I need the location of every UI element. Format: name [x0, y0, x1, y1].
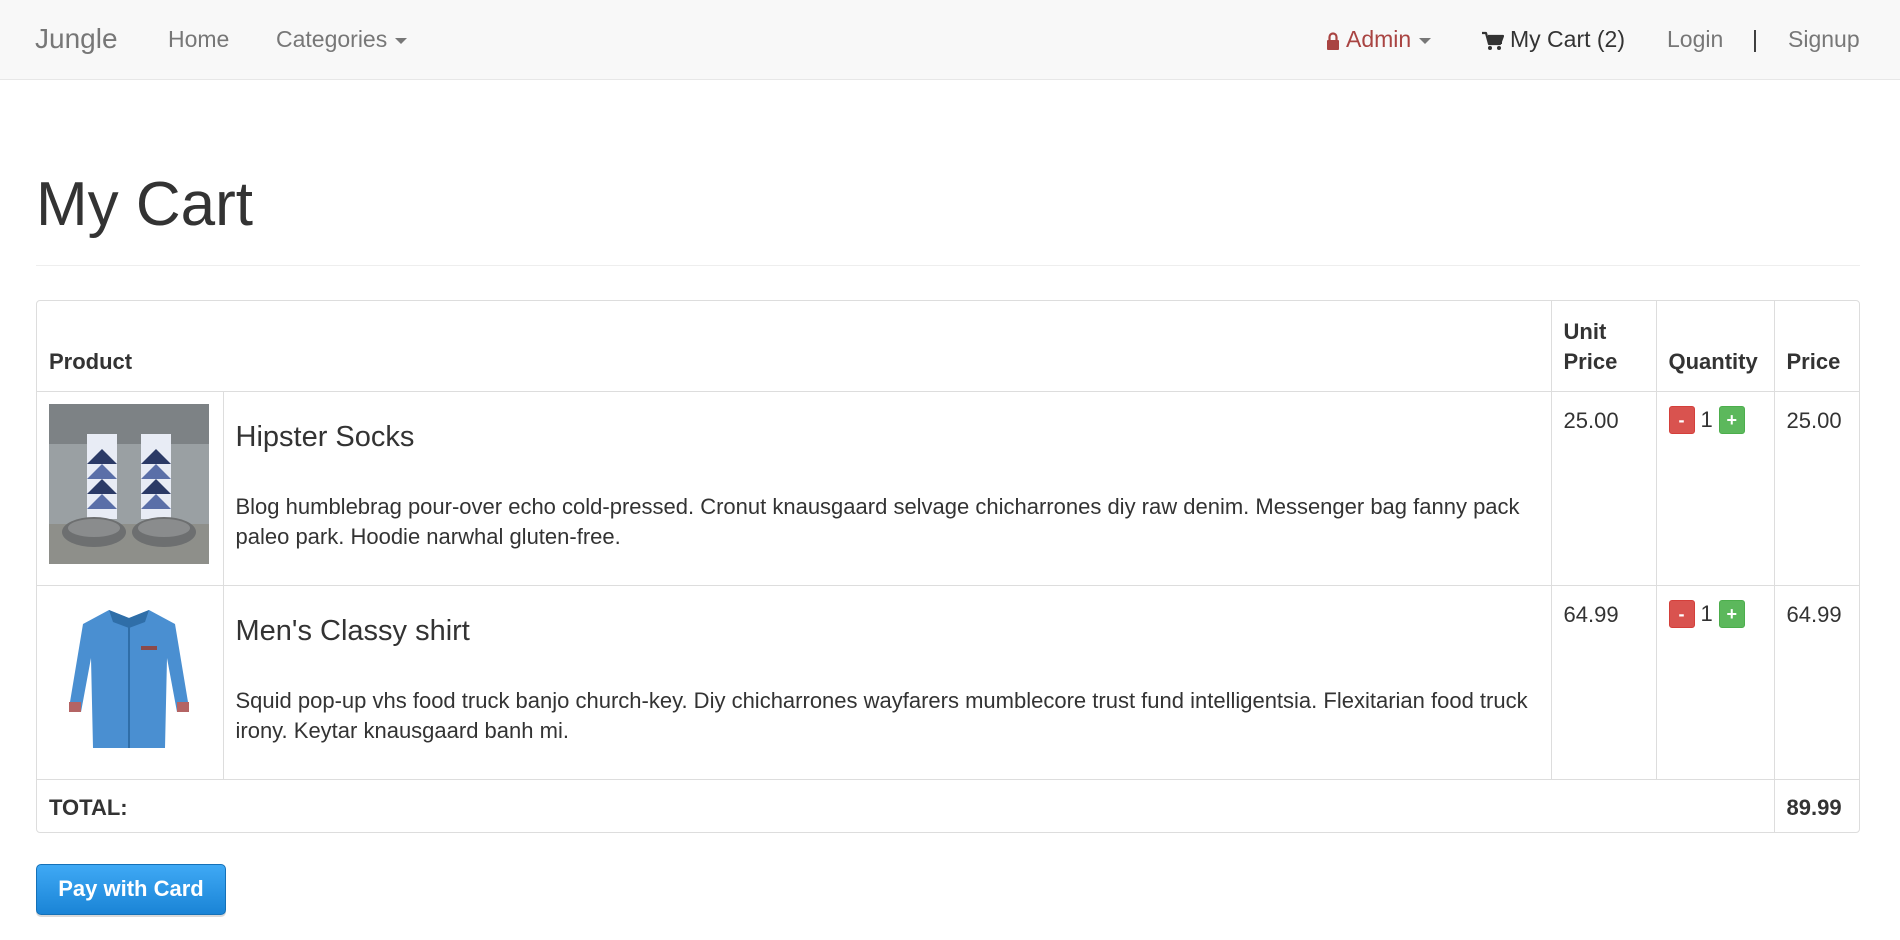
header-price: Price: [1773, 301, 1859, 392]
brand-link[interactable]: Jungle: [35, 0, 118, 80]
increase-quantity-button[interactable]: +: [1718, 600, 1745, 629]
nav-cart-link[interactable]: My Cart (2): [1482, 0, 1625, 80]
product-description: Squid pop-up vhs food truck banjo church…: [235, 688, 1528, 743]
line-price-cell: 25.00: [1773, 391, 1859, 586]
nav-signup-link[interactable]: Signup: [1788, 0, 1860, 80]
cart-table: Product Unit Price Quantity Price Hipste…: [37, 301, 1859, 832]
chevron-down-icon: [395, 37, 408, 44]
unit-price-cell: 25.00: [1550, 391, 1657, 586]
top-navbar: Jungle Home Categories Admin My Cart (2)…: [0, 0, 1900, 80]
table-header-row: Product Unit Price Quantity Price: [37, 301, 1859, 392]
shopping-cart-icon: [1482, 31, 1504, 50]
total-value: 89.99: [1773, 779, 1859, 832]
product-name[interactable]: Men's Classy shirt: [236, 614, 1539, 648]
chevron-down-icon: [1419, 37, 1432, 44]
pay-with-card-button[interactable]: Pay with Card: [36, 864, 226, 915]
product-info-cell: Hipster Socks Blog humblebrag pour-over …: [222, 391, 1552, 586]
decrease-quantity-button[interactable]: -: [1668, 600, 1695, 629]
page-header: My Cart: [36, 170, 1860, 266]
nav-login-link[interactable]: Login: [1667, 0, 1723, 80]
cart-table-panel: Product Unit Price Quantity Price Hipste…: [36, 300, 1860, 833]
total-label: TOTAL:: [37, 779, 1775, 832]
increase-quantity-button[interactable]: +: [1718, 406, 1745, 435]
quantity-value: 1: [1700, 407, 1713, 433]
line-price-cell: 64.99: [1773, 585, 1859, 780]
nav-separator: |: [1752, 26, 1758, 52]
header-unit-price-line2: Price: [1563, 349, 1618, 374]
header-product: Product: [37, 301, 1552, 392]
page-title: My Cart: [36, 170, 253, 239]
quantity-cell: -1 +: [1655, 585, 1775, 780]
table-row: Men's Classy shirt Squid pop-up vhs food…: [37, 585, 1859, 780]
quantity-value: 1: [1700, 601, 1713, 627]
product-image-cell: [37, 585, 224, 780]
product-info-cell: Men's Classy shirt Squid pop-up vhs food…: [222, 585, 1552, 780]
nav-categories-label: Categories: [276, 26, 388, 52]
table-row: Hipster Socks Blog humblebrag pour-over …: [37, 391, 1859, 586]
nav-home-link[interactable]: Home: [168, 0, 229, 80]
header-unit-price: Unit Price: [1550, 301, 1657, 392]
shirt-product-image: [49, 598, 209, 758]
total-row: TOTAL: 89.99: [37, 779, 1859, 832]
nav-categories-dropdown[interactable]: Categories: [276, 0, 408, 80]
nav-cart-label: My Cart (2): [1510, 26, 1625, 52]
lock-icon: [1327, 32, 1339, 50]
product-name[interactable]: Hipster Socks: [236, 420, 1539, 454]
header-unit-price-line1: Unit: [1563, 319, 1607, 344]
nav-admin-dropdown[interactable]: Admin: [1326, 0, 1432, 80]
quantity-cell: -1 +: [1655, 391, 1775, 586]
unit-price-cell: 64.99: [1550, 585, 1657, 780]
product-description: Blog humblebrag pour-over echo cold-pres…: [235, 494, 1520, 549]
nav-admin-label: Admin: [1346, 26, 1412, 52]
header-quantity: Quantity: [1655, 301, 1775, 392]
decrease-quantity-button[interactable]: -: [1668, 406, 1695, 435]
socks-product-image: [49, 404, 209, 564]
product-image-cell: [37, 391, 224, 586]
